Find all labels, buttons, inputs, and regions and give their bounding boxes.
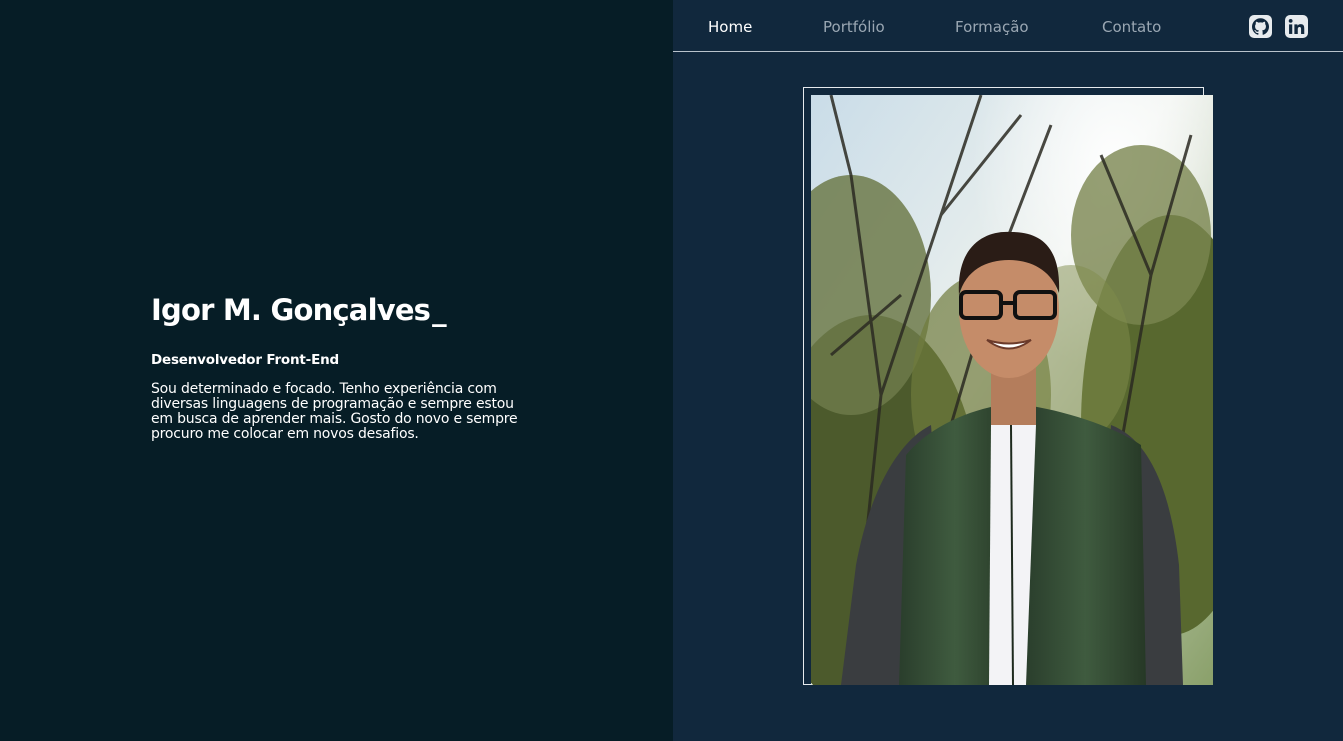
nav-portfolio[interactable]: Portfólio <box>823 18 885 36</box>
nav-contato[interactable]: Contato <box>1102 18 1161 36</box>
github-icon[interactable] <box>1249 15 1272 38</box>
hero-left-panel: Igor M. Gonçalves_ Desenvolvedor Front-E… <box>0 0 673 741</box>
nav-formacao[interactable]: Formação <box>955 18 1029 36</box>
typing-cursor: _ <box>432 293 446 327</box>
linkedin-icon[interactable] <box>1285 15 1308 38</box>
intro-block: Igor M. Gonçalves_ Desenvolvedor Front-E… <box>151 292 531 442</box>
portrait-illustration <box>811 95 1213 685</box>
nav-home[interactable]: Home <box>708 18 752 36</box>
hero-name-text: Igor M. Gonçalves <box>151 293 431 327</box>
hero-right-panel: Home Portfólio Formação Contato <box>673 0 1343 741</box>
top-nav: Home Portfólio Formação Contato <box>673 0 1343 52</box>
page: Igor M. Gonçalves_ Desenvolvedor Front-E… <box>0 0 1343 741</box>
hero-role: Desenvolvedor Front-End <box>151 352 339 368</box>
hero-description: Sou determinado e focado. Tenho experiên… <box>151 381 518 442</box>
hero-name: Igor M. Gonçalves_ <box>151 292 531 328</box>
portrait-photo <box>811 95 1213 685</box>
